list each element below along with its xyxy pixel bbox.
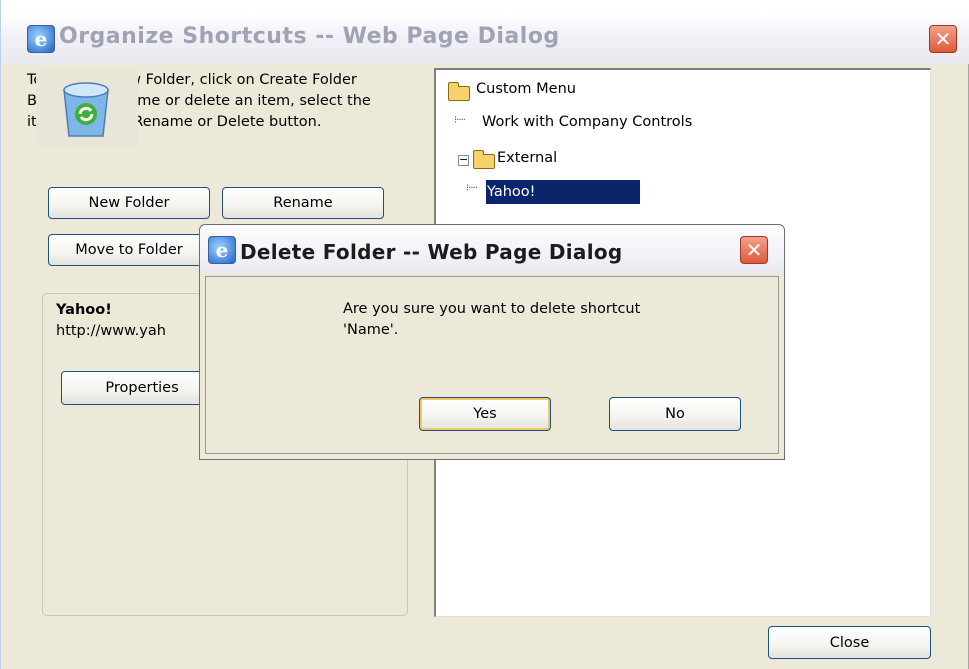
delete-confirm-message: Are you sure you want to delete shortcut… [343,299,640,341]
recycle-bin-icon [36,70,138,147]
tree-item-work-with-company-controls[interactable]: Work with Company Controls [482,114,692,130]
message-line-2: 'Name'. [343,322,399,338]
ie-icon: e [208,236,236,264]
dialog-title: Delete Folder -- Web Page Dialog [240,240,623,264]
yes-button[interactable]: Yes [419,397,551,431]
folder-icon [473,150,495,169]
new-folder-button[interactable]: New Folder [48,187,210,219]
tree-connector: ⁝···· [466,183,478,194]
ie-icon: e [27,25,55,53]
collapse-icon[interactable]: − [458,154,469,166]
main-window-title: Organize Shortcuts -- Web Page Dialog [59,24,560,49]
folder-icon [448,82,470,101]
tree-connector: ⁝···· [454,115,466,126]
selected-item-name: Yahoo! [56,302,112,318]
message-line-1: Are you sure you want to delete shortcut [343,301,641,317]
top-strip [1,0,969,14]
tree-item-yahoo[interactable]: Yahoo! [486,180,640,204]
selected-item-url: http://www.yah [56,323,166,339]
dialog-titlebar[interactable]: e Delete Folder -- Web Page Dialog ✕ [200,225,784,273]
tree-item-external[interactable]: External [497,150,557,166]
rename-button[interactable]: Rename [222,187,384,219]
tree-root-custom-menu[interactable]: Custom Menu [476,81,576,97]
no-button[interactable]: No [609,397,741,431]
close-button[interactable]: Close [768,626,931,659]
main-close-icon[interactable]: ✕ [929,25,957,53]
dialog-close-icon[interactable]: ✕ [740,236,768,264]
move-to-folder-button[interactable]: Move to Folder [48,234,210,266]
